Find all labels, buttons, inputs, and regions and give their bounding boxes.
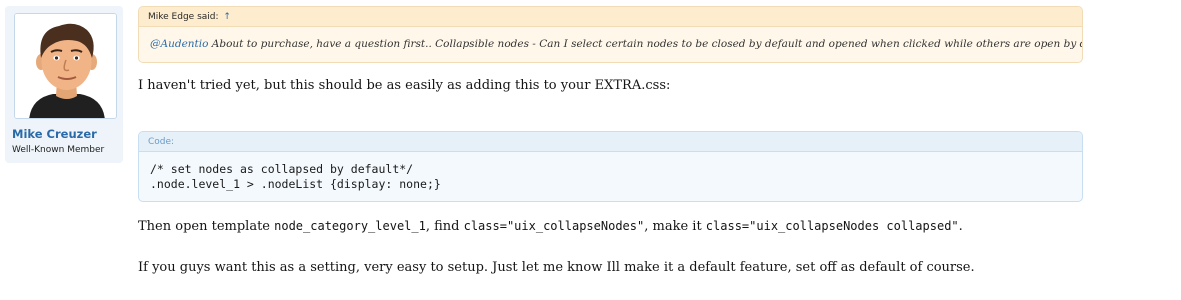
- quote-block: Mike Edge said: ↑ @Audentio About to pur…: [138, 6, 1083, 63]
- code-block: Code: /* set nodes as collapsed by defau…: [138, 131, 1083, 202]
- post-closing: If you guys want this as a setting, very…: [138, 260, 975, 275]
- class-new: class="uix_collapseNodes collapsed": [705, 219, 959, 233]
- post-intro: I haven't tried yet, but this should be …: [138, 78, 671, 93]
- quote-content: About to purchase, have a question first…: [208, 38, 1083, 50]
- class-old: class="uix_collapseNodes": [463, 219, 645, 233]
- instruction-text: , make it: [644, 219, 706, 234]
- avatar-image: [15, 14, 116, 118]
- user-mention-link[interactable]: @Audentio: [150, 38, 208, 50]
- template-name: node_category_level_1: [274, 219, 426, 233]
- code-label: Code:: [139, 132, 1082, 152]
- quote-author: Mike Edge said:: [148, 12, 219, 22]
- user-title: Well-Known Member: [12, 145, 105, 155]
- quote-text: @Audentio About to purchase, have a ques…: [139, 27, 1082, 50]
- code-content[interactable]: /* set nodes as collapsed by default*/.n…: [139, 152, 1082, 192]
- quote-attribution: Mike Edge said: ↑: [139, 7, 1082, 27]
- instruction-text: Then open template: [138, 219, 275, 234]
- code-line: .node.level_1 > .nodeList {display: none…: [150, 177, 441, 191]
- username-link[interactable]: Mike Creuzer: [12, 127, 97, 141]
- jump-to-quote-arrow-icon[interactable]: ↑: [223, 12, 231, 22]
- code-line: /* set nodes as collapsed by default*/: [150, 162, 414, 176]
- instruction-text: .: [958, 219, 963, 234]
- avatar[interactable]: [14, 13, 117, 119]
- post-instructions: Then open template node_category_level_1…: [138, 219, 963, 234]
- message-user-info: Mike Creuzer Well-Known Member: [5, 6, 123, 163]
- instruction-text: , find: [425, 219, 464, 234]
